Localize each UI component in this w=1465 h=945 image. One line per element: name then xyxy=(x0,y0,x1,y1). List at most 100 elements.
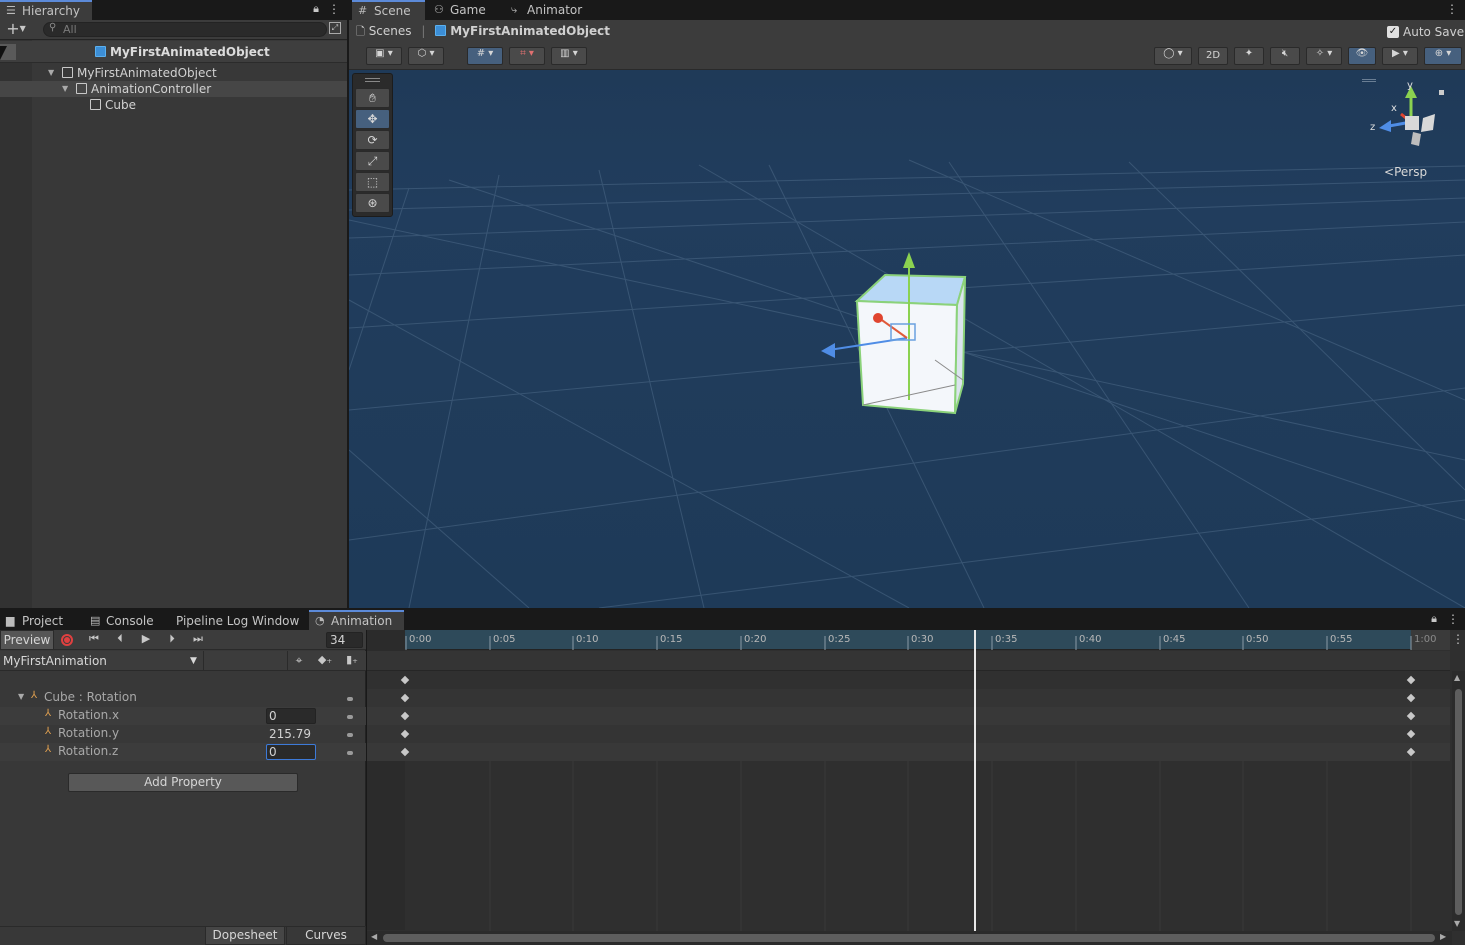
events-track[interactable] xyxy=(367,651,1450,671)
scroll-up-icon[interactable]: ▲ xyxy=(1454,673,1460,682)
key-options-icon[interactable] xyxy=(347,751,353,755)
hand-tool-button[interactable]: ✋︎ xyxy=(355,88,390,108)
lock-icon[interactable]: 🔒︎ xyxy=(310,2,322,16)
rect-tool-button[interactable]: ⬚ xyxy=(355,172,390,192)
property-row[interactable]: ⅄ Rotation.y 215.79 xyxy=(0,725,366,743)
add-property-button[interactable]: Add Property xyxy=(68,773,298,792)
gamepad-icon: ⚇ xyxy=(434,3,444,16)
tree-item-cube[interactable]: Cube xyxy=(0,97,347,113)
transform-tool-button[interactable]: ⊛ xyxy=(355,193,390,213)
animator-icon: ⤷ xyxy=(511,3,518,16)
cube-object[interactable] xyxy=(819,250,1019,450)
play-icon[interactable]: ▶︎ xyxy=(138,632,154,645)
vertical-scrollbar[interactable]: ▲ ▼ xyxy=(1452,671,1465,931)
tab-game[interactable]: ⚇ Game xyxy=(428,0,500,20)
property-row[interactable]: ⅄ Rotation.z 0 xyxy=(0,743,366,761)
curves-tab[interactable]: Curves xyxy=(286,926,366,945)
lighting-toggle[interactable]: ✦ xyxy=(1234,47,1264,65)
tab-pipeline-log-window[interactable]: Pipeline Log Window xyxy=(154,611,304,631)
tab-animator[interactable]: ⤷ Animator xyxy=(505,0,585,20)
scroll-left-icon[interactable]: ◀ xyxy=(371,932,377,941)
preview-toggle[interactable]: Preview xyxy=(0,630,54,650)
tab-animation[interactable]: ◔ Animation xyxy=(309,610,404,630)
add-keyframe-icon[interactable]: ◆₊ xyxy=(315,653,335,666)
clock-icon: ◔ xyxy=(315,614,325,627)
orientation-gizmo[interactable] xyxy=(1369,82,1449,162)
dopesheet-tab[interactable]: Dopesheet xyxy=(205,926,285,945)
projection-toggle[interactable]: <Persp xyxy=(1384,165,1427,179)
gizmos-dropdown[interactable]: ⊕ ▾ xyxy=(1424,47,1462,65)
ruler-dropdown[interactable]: ▥ ▾ xyxy=(551,47,587,65)
draw-mode-dropdown[interactable]: ▣ ▾ xyxy=(366,47,402,65)
foldout-arrow-icon[interactable]: ▼ xyxy=(48,65,54,81)
horizontal-scrollbar[interactable]: ◀ ▶ xyxy=(367,931,1452,945)
search-icon: ⚲ xyxy=(49,22,57,33)
transform-icon: ⅄ xyxy=(31,690,38,701)
property-value-field[interactable]: 215.79 xyxy=(266,726,316,742)
more-menu-icon[interactable]: ⋮ xyxy=(1447,612,1459,626)
effects-dropdown[interactable]: ✧ ▾ xyxy=(1306,47,1342,65)
shading-dropdown[interactable]: ◯ ▾ xyxy=(1154,47,1192,65)
render-mode-dropdown[interactable]: ⬡ ▾ xyxy=(408,47,444,65)
scroll-down-icon[interactable]: ▼ xyxy=(1454,919,1460,928)
rotate-tool-button[interactable]: ⟳ xyxy=(355,130,390,150)
tree-item-animationcontroller[interactable]: ▼ AnimationController xyxy=(0,81,347,97)
breadcrumb-current[interactable]: MyFirstAnimatedObject xyxy=(450,24,610,38)
add-icon[interactable]: +▼ xyxy=(4,20,28,38)
gizmo-drag-handle[interactable] xyxy=(1362,79,1376,82)
previous-key-icon[interactable]: ⏴︎ xyxy=(112,632,128,646)
tab-project[interactable]: ▆ Project xyxy=(0,611,84,631)
audio-toggle[interactable]: 🔇︎ xyxy=(1270,47,1300,65)
tools-drag-handle[interactable] xyxy=(365,78,380,82)
record-button[interactable] xyxy=(61,634,73,646)
key-options-icon[interactable] xyxy=(347,733,353,737)
playhead[interactable] xyxy=(974,630,976,932)
auto-save-checkbox[interactable]: ✓ xyxy=(1387,26,1399,38)
scene-search-icon[interactable]: ⤢ xyxy=(329,22,341,34)
filter-by-selection-icon[interactable]: ⌖ xyxy=(291,653,307,668)
clip-dropdown[interactable]: MyFirstAnimation ▼ xyxy=(0,651,204,671)
scroll-thumb[interactable] xyxy=(1455,689,1462,915)
add-event-icon[interactable]: ▮₊ xyxy=(342,653,362,666)
toggle-2d-button[interactable]: 2D xyxy=(1198,47,1228,65)
grid-icon: # xyxy=(358,4,368,17)
foldout-arrow-icon[interactable]: ▼ xyxy=(18,692,24,701)
tab-hierarchy[interactable]: ☰ Hierarchy xyxy=(0,0,92,20)
property-value-field[interactable]: 0 xyxy=(266,708,316,724)
key-options-icon[interactable] xyxy=(347,715,353,719)
scroll-thumb[interactable] xyxy=(383,934,1435,942)
tab-scene[interactable]: # Scene xyxy=(352,0,425,20)
tree-item-myfirstanimatedobject[interactable]: ▼ MyFirstAnimatedObject xyxy=(0,65,347,81)
lock-icon[interactable]: 🔒︎ xyxy=(1428,612,1440,626)
chevron-down-icon: ▼ xyxy=(190,656,197,666)
ruler-label: 0:25 xyxy=(828,634,851,645)
more-menu-icon[interactable]: ⋮ xyxy=(328,2,340,16)
increment-snap-dropdown[interactable]: ⌗ ▾ xyxy=(509,47,545,65)
camera-dropdown[interactable]: ▶︎ ▾ xyxy=(1382,47,1418,65)
key-options-icon[interactable] xyxy=(347,697,353,701)
grid-snap-toggle[interactable]: #︎ ▾ xyxy=(467,47,503,65)
playback-toolbar xyxy=(0,630,366,650)
ruler-label: 0:30 xyxy=(911,634,934,645)
ruler-label: 0:40 xyxy=(1079,634,1102,645)
scene-viewport[interactable]: y x z <Persp xyxy=(349,70,1465,608)
gizmo-z-label: z xyxy=(1370,122,1376,133)
property-row[interactable]: ⅄ Rotation.x 0 xyxy=(0,707,366,725)
transform-icon: ⅄ xyxy=(45,708,52,719)
property-value-field[interactable]: 0 xyxy=(266,744,316,760)
last-key-icon[interactable]: ⏭︎ xyxy=(190,632,206,646)
more-menu-icon[interactable]: ⋮ xyxy=(1452,632,1464,646)
move-tool-button[interactable]: ✥ xyxy=(355,109,390,129)
frame-field[interactable]: 34 xyxy=(326,632,363,648)
scroll-right-icon[interactable]: ▶ xyxy=(1440,932,1446,941)
scale-tool-button[interactable]: ⤢ xyxy=(355,151,390,171)
search-input[interactable]: ⚲ All xyxy=(43,22,327,37)
first-key-icon[interactable]: ⏮︎ xyxy=(86,632,102,646)
breadcrumb: 🗋︎ Scenes | MyFirstAnimatedObject xyxy=(356,24,611,38)
more-menu-icon[interactable]: ⋮ xyxy=(1446,2,1458,16)
property-group-row[interactable]: ▼ ⅄ Cube : Rotation xyxy=(0,689,366,707)
foldout-arrow-icon[interactable]: ▼ xyxy=(62,81,68,97)
breadcrumb-scenes[interactable]: Scenes xyxy=(369,24,412,38)
scene-visibility-toggle[interactable]: 👁︎ xyxy=(1348,47,1376,65)
next-key-icon[interactable]: ⏵︎ xyxy=(164,632,180,646)
